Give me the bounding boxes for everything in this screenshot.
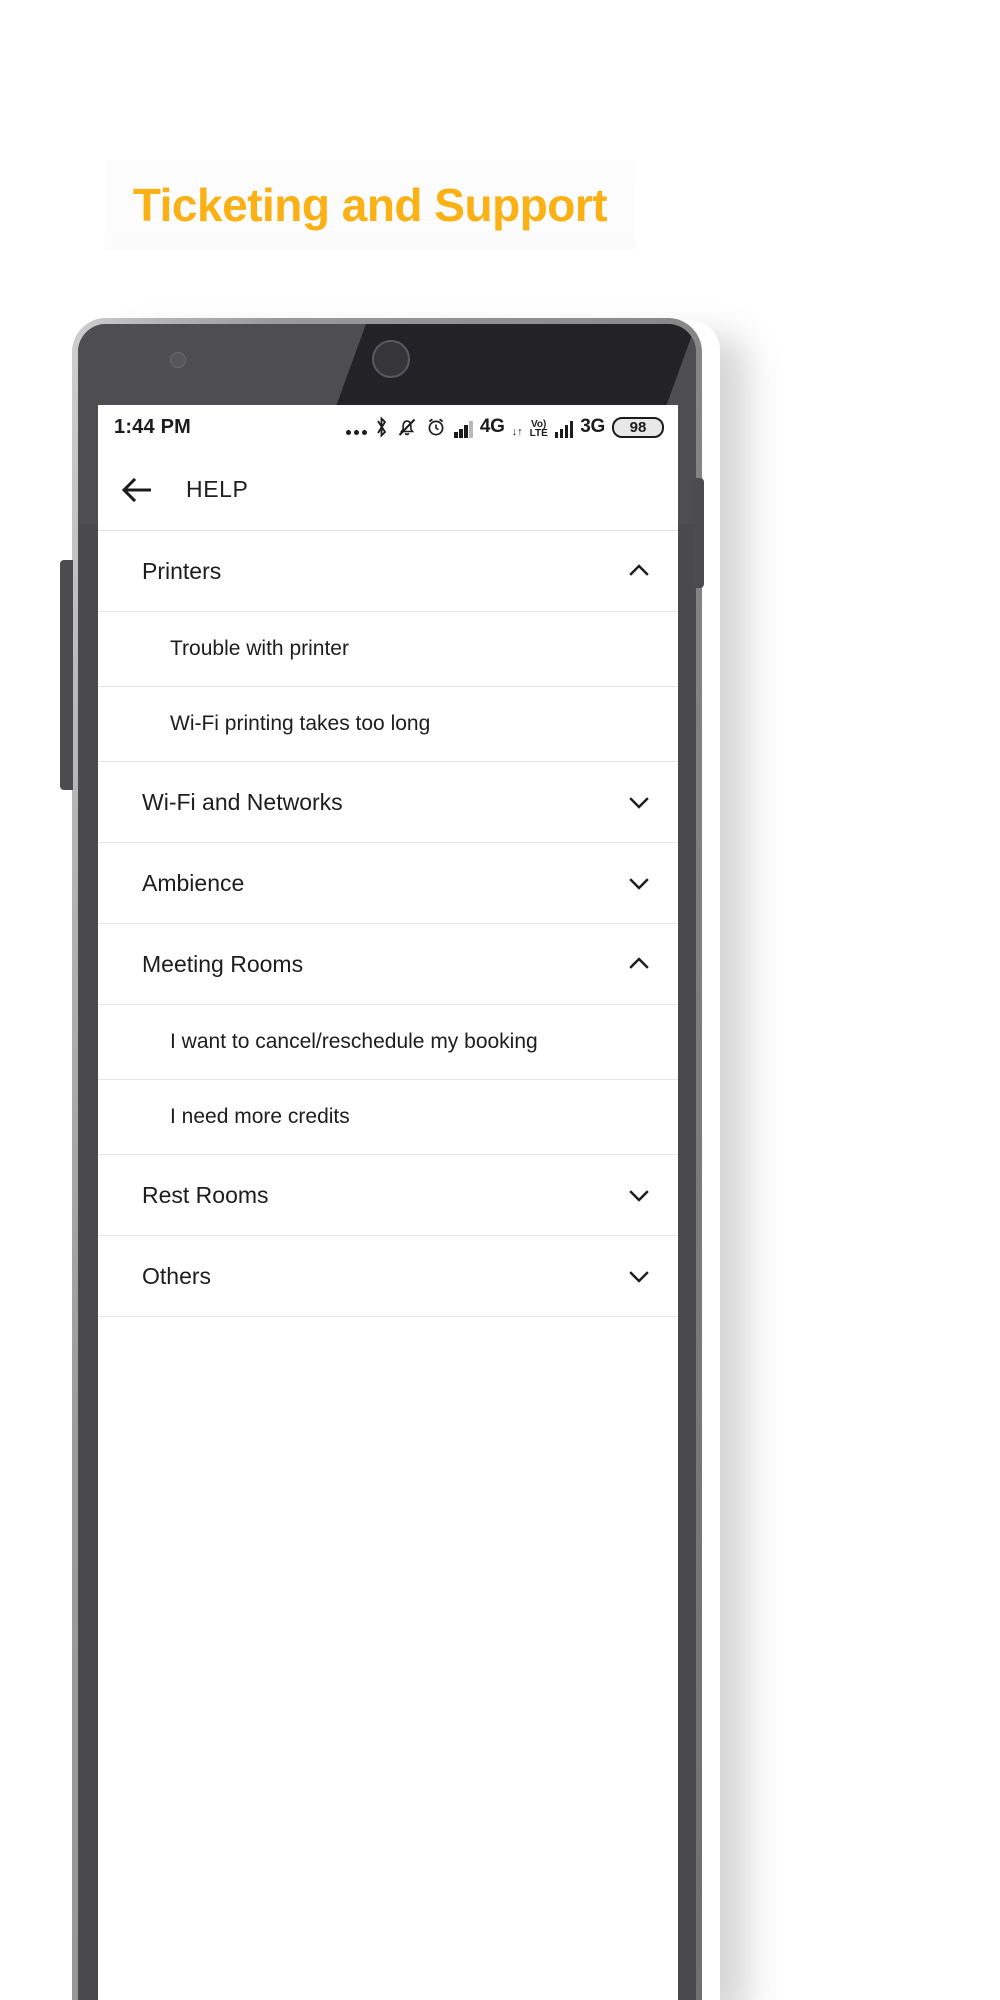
app-bar: HELP xyxy=(98,449,678,531)
power-button[interactable] xyxy=(693,478,704,588)
volte-icon: Vo) LTE xyxy=(529,420,548,439)
banner-title-container: Ticketing and Support xyxy=(105,160,635,250)
list-row-group[interactable]: Meeting Rooms xyxy=(98,924,678,1005)
notifications-muted-icon xyxy=(396,416,418,438)
page-root: Ticketing and Support 1:44 PM 4G ↓↑ Vo) … xyxy=(0,0,1000,2000)
more-dots-icon xyxy=(346,430,368,438)
list-row-item[interactable]: Trouble with printer xyxy=(98,612,678,687)
chevron-down-icon[interactable] xyxy=(626,870,652,896)
app-bar-title: HELP xyxy=(186,476,249,502)
list-row-group[interactable]: Printers xyxy=(98,531,678,612)
list-row-label: Printers xyxy=(142,557,222,584)
chevron-up-icon[interactable] xyxy=(626,951,652,977)
back-arrow-icon[interactable] xyxy=(120,472,156,508)
list-row-item[interactable]: Wi-Fi printing takes too long xyxy=(98,687,678,762)
signal-bars-icon-1 xyxy=(454,420,473,438)
phone-screen: 1:44 PM 4G ↓↑ Vo) LTE 3G 98 HELP Printer… xyxy=(98,405,678,2000)
status-clock: 1:44 PM xyxy=(114,415,191,438)
list-row-label: Meeting Rooms xyxy=(142,950,304,977)
list-row-label: Wi-Fi printing takes too long xyxy=(170,712,431,735)
signal-bars-icon-2 xyxy=(554,420,574,438)
page-title: Ticketing and Support xyxy=(132,179,608,231)
list-row-label: Rest Rooms xyxy=(142,1181,269,1208)
data-transfer-icon: ↓↑ xyxy=(511,426,523,438)
network-type-1: 4G xyxy=(479,416,505,437)
list-empty-space xyxy=(98,1317,678,1577)
list-row-label: Others xyxy=(142,1262,212,1289)
battery-indicator: 98 xyxy=(612,417,664,438)
list-row-label: Trouble with printer xyxy=(170,637,349,660)
list-row-item[interactable]: I need more credits xyxy=(98,1080,678,1155)
list-row-label: Wi-Fi and Networks xyxy=(142,788,343,815)
bluetooth-icon xyxy=(374,416,389,438)
chevron-down-icon[interactable] xyxy=(626,1263,652,1289)
list-row-label: I need more credits xyxy=(170,1105,350,1128)
chevron-up-icon[interactable] xyxy=(626,558,652,584)
status-bar: 1:44 PM 4G ↓↑ Vo) LTE 3G 98 xyxy=(98,405,678,449)
volume-button[interactable] xyxy=(60,560,73,790)
list-row-label: Ambience xyxy=(142,869,245,896)
list-row-group[interactable]: Others xyxy=(98,1236,678,1317)
list-row-item[interactable]: I want to cancel/reschedule my booking xyxy=(98,1005,678,1080)
front-camera-icon xyxy=(170,352,186,368)
list-row-group[interactable]: Ambience xyxy=(98,843,678,924)
network-type-2: 3G xyxy=(580,416,605,437)
list-row-group[interactable]: Rest Rooms xyxy=(98,1155,678,1236)
chevron-down-icon[interactable] xyxy=(626,1182,652,1208)
help-topic-list: Printers Trouble with printer Wi-Fi printi… xyxy=(98,531,678,1317)
chevron-down-icon[interactable] xyxy=(626,789,652,815)
list-row-group[interactable]: Wi-Fi and Networks xyxy=(98,762,678,843)
alarm-icon xyxy=(425,416,447,438)
status-icons: 4G ↓↑ Vo) LTE 3G 98 xyxy=(346,416,664,439)
earpiece-speaker xyxy=(372,340,410,378)
volte-line-2: LTE xyxy=(529,428,548,439)
list-row-label: I want to cancel/reschedule my booking xyxy=(170,1030,538,1053)
